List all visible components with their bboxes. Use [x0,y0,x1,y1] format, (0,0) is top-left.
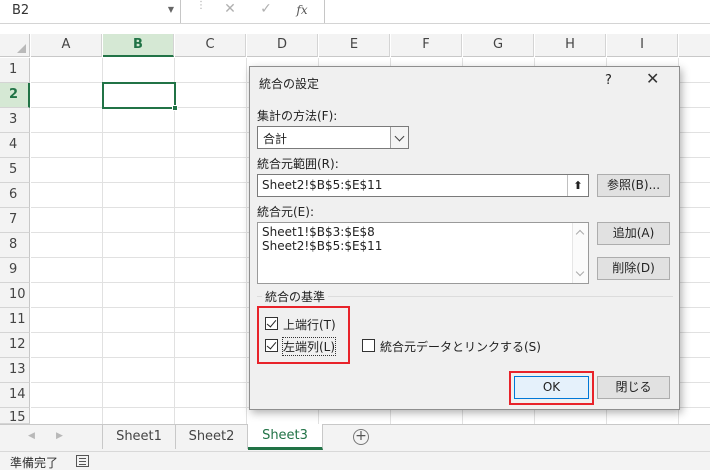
link-source-checkbox[interactable] [362,339,375,352]
list-item[interactable]: Sheet1!$B$3:$E$8 [262,225,584,239]
selected-cell-b2[interactable] [102,82,178,111]
row-header-11[interactable]: 11 [0,308,30,333]
column-header-b[interactable]: B [103,34,174,57]
column-header-d[interactable]: D [247,34,318,57]
row-header-6[interactable]: 6 [0,183,30,208]
row-header-15[interactable]: 15 [0,408,30,424]
consolidate-dialog: 統合の設定 ? ✕ 集計の方法(F): 合計 統合元範囲(R): Sheet2!… [249,66,680,410]
select-all-corner[interactable] [0,34,30,57]
ok-button[interactable]: OK [514,376,589,399]
all-references-label: 統合元(E): [257,205,314,219]
row-header-1[interactable]: 1 [0,58,30,83]
formula-bar: B2 ▼ ⋮ ✕ ✓ fx [0,0,710,24]
tab-sheet1[interactable]: Sheet1 [103,425,176,449]
status-bar: 準備完了 [0,451,710,470]
list-scrollbar[interactable] [572,223,588,283]
row-header-14[interactable]: 14 [0,383,30,408]
chevron-down-icon[interactable]: ▼ [168,5,174,14]
list-item[interactable]: Sheet2!$B$5:$E$11 [262,239,584,253]
row-header-13[interactable]: 13 [0,358,30,383]
browse-button[interactable]: 参照(B)... [597,174,670,197]
row-header-10[interactable]: 10 [0,283,30,308]
use-labels-title: 統合の基準 [262,288,329,305]
top-row-label[interactable]: 上端行(T) [283,316,336,333]
row-header-8[interactable]: 8 [0,233,30,258]
close-button[interactable]: 閉じる [597,376,670,399]
formula-input[interactable] [324,0,710,23]
top-row-checkbox[interactable] [265,317,278,330]
name-box-value: B2 [12,3,30,18]
function-label: 集計の方法(F): [257,109,338,123]
cancel-icon[interactable]: ✕ [216,1,244,21]
add-sheet-icon[interactable]: + [353,429,369,445]
tab-sheet3[interactable]: Sheet3 [248,424,323,450]
function-value: 合計 [263,132,288,146]
enter-icon[interactable]: ✓ [252,1,280,21]
left-column-label[interactable]: 左端列(L) [281,337,337,356]
function-select[interactable]: 合計 [257,126,409,149]
row-header-4[interactable]: 4 [0,133,30,158]
highlight-box [257,306,350,364]
reference-value: Sheet2!$B$5:$E$11 [262,178,383,192]
row-header-12[interactable]: 12 [0,333,30,358]
help-icon[interactable]: ? [605,73,612,88]
scroll-up-icon[interactable] [575,229,585,239]
all-references-list[interactable]: Sheet1!$B$3:$E$8 Sheet2!$B$5:$E$11 [257,222,589,284]
column-header-h[interactable]: H [535,34,606,57]
reference-input[interactable]: Sheet2!$B$5:$E$11 ⬆ [257,174,589,197]
left-column-checkbox[interactable] [265,339,278,352]
tab-sheet2[interactable]: Sheet2 [176,425,248,449]
collapse-dialog-icon[interactable]: ⬆ [567,175,588,196]
column-header-e[interactable]: E [319,34,390,57]
column-header-a[interactable]: A [31,34,102,57]
close-icon[interactable]: ✕ [646,69,659,88]
reference-label: 統合元範囲(R): [257,157,339,171]
delete-button[interactable]: 削除(D) [597,257,670,280]
grip-icon: ⋮ [196,0,206,11]
macro-record-icon[interactable] [76,455,89,467]
column-header-partial[interactable] [679,34,710,57]
column-header-g[interactable]: G [463,34,534,57]
scroll-down-icon[interactable] [575,267,585,277]
sheet-tab-bar: ◀ ▶ Sheet1 Sheet2 Sheet3 + [0,424,710,451]
status-text: 準備完了 [10,456,59,470]
dialog-title: 統合の設定 [259,77,320,91]
name-box[interactable]: B2 ▼ [0,0,181,23]
column-header-i[interactable]: I [607,34,678,57]
fill-handle[interactable] [172,105,178,111]
chevron-down-icon[interactable] [390,127,408,148]
row-header-9[interactable]: 9 [0,258,30,283]
scroll-right-icon[interactable]: ▶ [56,431,63,441]
row-header-5[interactable]: 5 [0,158,30,183]
column-header-f[interactable]: F [391,34,462,57]
row-header-7[interactable]: 7 [0,208,30,233]
link-source-label[interactable]: 統合元データとリンクする(S) [380,338,541,355]
insert-function-icon[interactable]: fx [288,3,316,23]
row-header-2[interactable]: 2 [0,83,30,108]
add-button[interactable]: 追加(A) [597,222,670,245]
row-header-3[interactable]: 3 [0,108,30,133]
scroll-left-icon[interactable]: ◀ [28,431,35,441]
column-header-c[interactable]: C [175,34,246,57]
